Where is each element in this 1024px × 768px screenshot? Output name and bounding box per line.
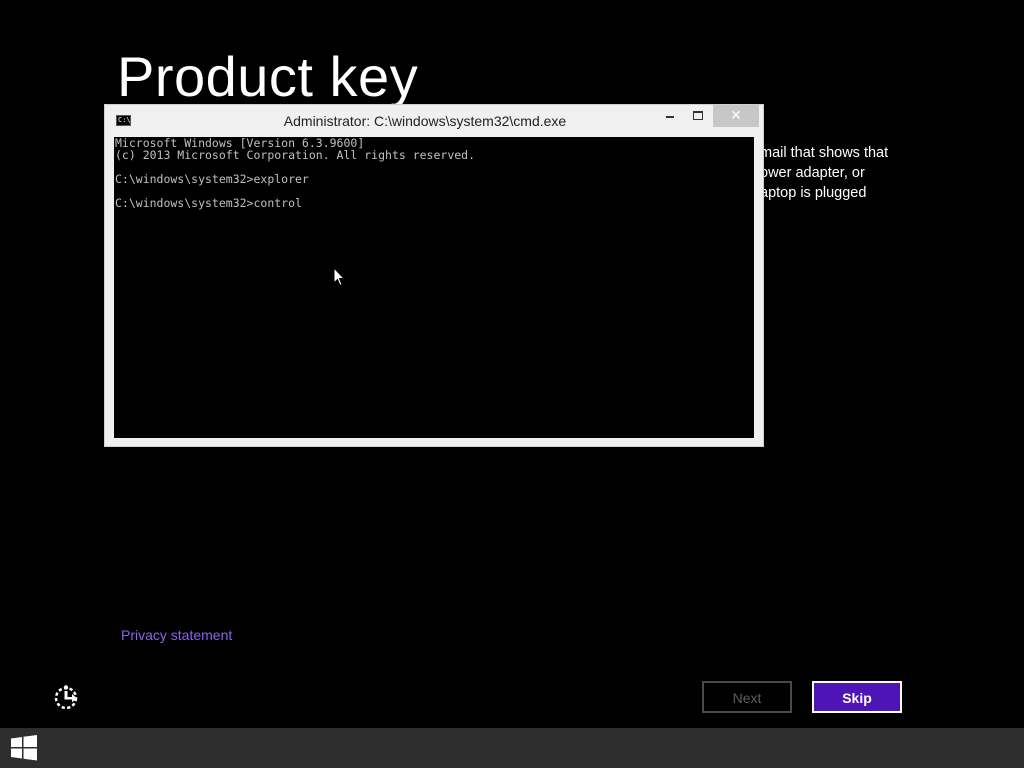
console-line: (c) 2013 Microsoft Corporation. All righ… [115,148,476,162]
minimize-icon [666,115,674,118]
next-button[interactable]: Next [702,681,792,713]
ease-of-access-icon[interactable] [52,684,80,712]
page-title: Product key [117,45,419,108]
privacy-statement-link[interactable]: Privacy statement [121,627,232,643]
minimize-button[interactable] [657,105,683,127]
screen: Product key mail that shows that ower ad… [0,0,1024,768]
description-line-1: mail that shows that [760,145,889,161]
windows-logo-icon[interactable] [10,735,38,761]
console-line: C:\windows\system32>explorer [115,172,309,186]
description-line-2: ower adapter, or [760,165,865,181]
cmd-window[interactable]: C:\ Administrator: C:\windows\system32\c… [104,104,764,447]
taskbar [0,728,1024,768]
cmd-console[interactable]: Microsoft Windows [Version 6.3.9600] (c)… [114,137,754,438]
cmd-titlebar[interactable]: C:\ Administrator: C:\windows\system32\c… [105,105,763,137]
close-icon: ✕ [730,108,742,124]
description-line-3: aptop is plugged [760,185,867,201]
close-button[interactable]: ✕ [713,105,759,127]
maximize-icon [693,111,703,120]
mouse-cursor-icon [333,267,345,287]
skip-button[interactable]: Skip [812,681,902,713]
maximize-button[interactable] [685,105,711,127]
cmd-window-title: Administrator: C:\windows\system32\cmd.e… [283,113,567,129]
console-line: C:\windows\system32>control [115,196,302,210]
